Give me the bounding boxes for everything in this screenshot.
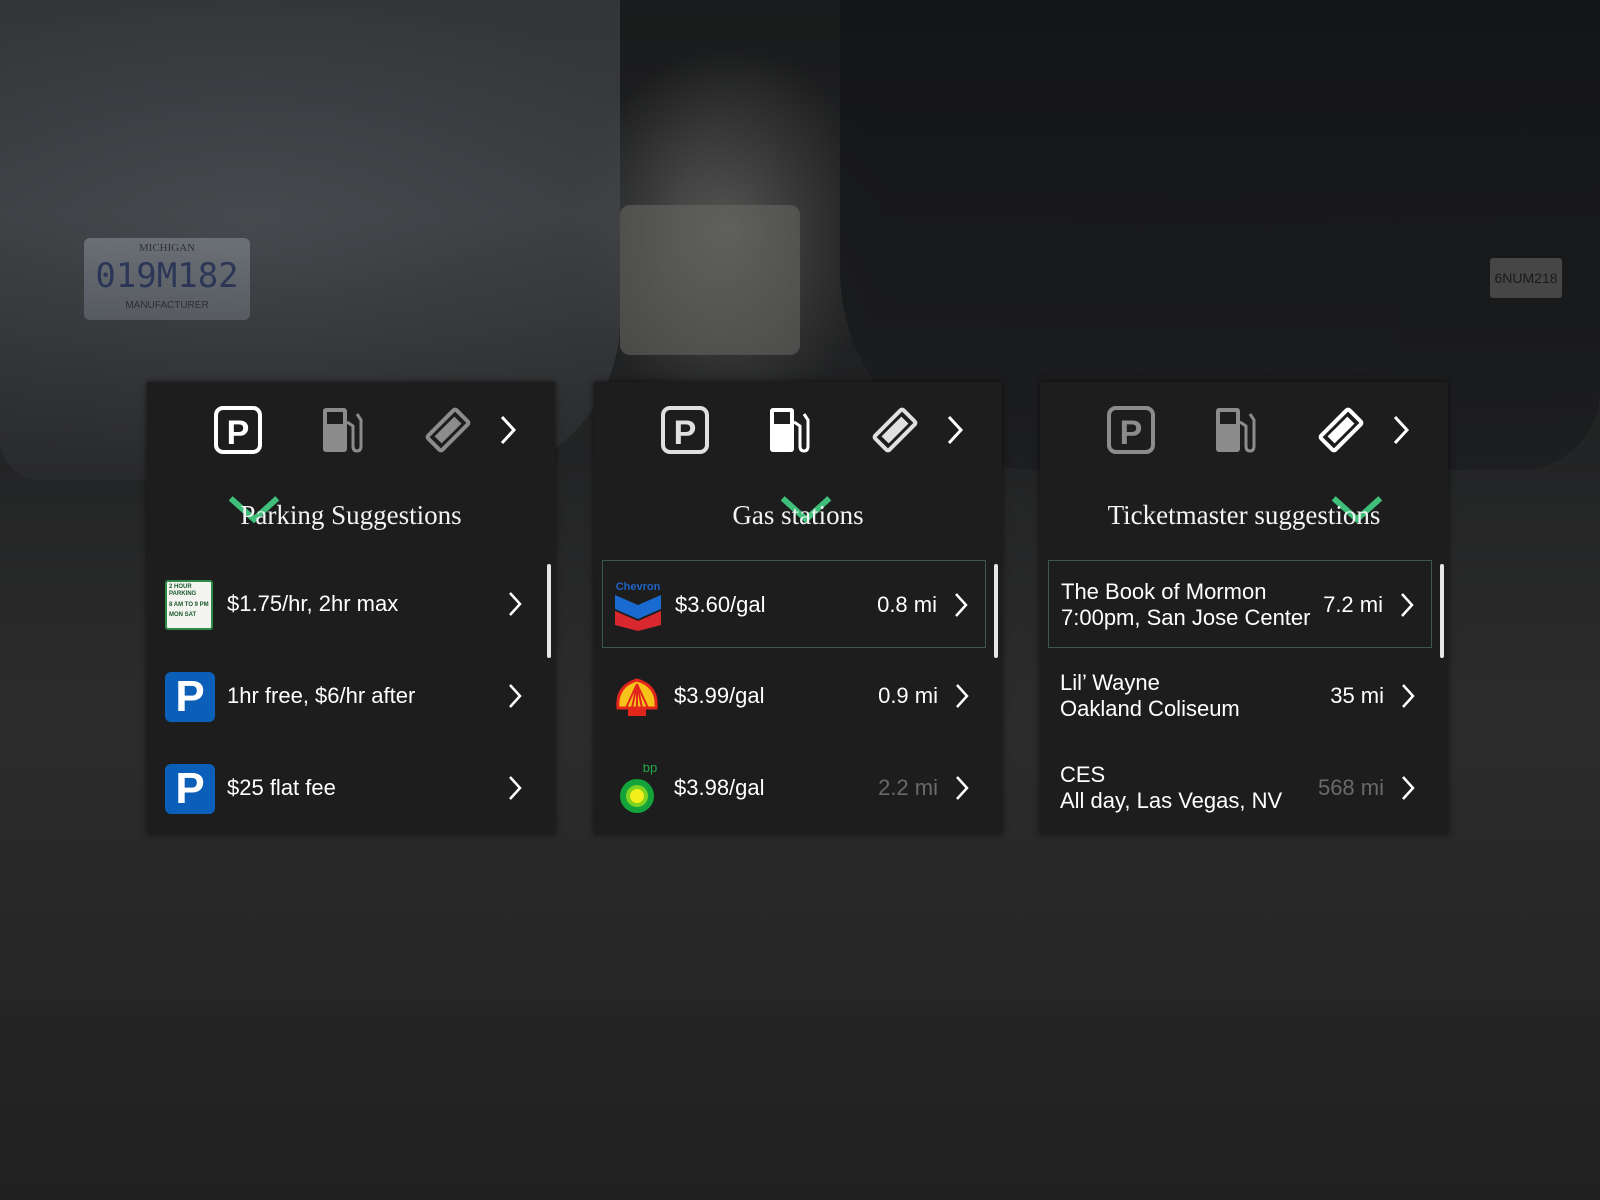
svg-text:P: P xyxy=(1120,414,1143,452)
scrollbar[interactable] xyxy=(1440,564,1444,658)
item-text: $3.98/gal xyxy=(674,775,765,800)
panel-title: Gas stations xyxy=(732,500,864,530)
plate-number: 019M182 xyxy=(95,256,239,296)
parking-icon: P xyxy=(661,406,709,454)
list-item[interactable]: Lil’ Wayne Oakland Coliseum 35 mi xyxy=(1048,652,1432,740)
fuel-pump-icon xyxy=(1216,408,1256,453)
tickets-panel: P Ticketmaster suggestions The Book of M… xyxy=(1040,382,1448,834)
list-item[interactable]: CES All day, Las Vegas, NV 568 mi xyxy=(1048,744,1432,832)
svg-text:Chevron: Chevron xyxy=(616,581,661,593)
parking-panel: P Parking Suggestions 2 HOUR PARKING 8 A… xyxy=(147,382,555,834)
chevron-right-icon[interactable] xyxy=(1399,591,1415,619)
event-text: Lil’ Wayne Oakland Coliseum xyxy=(1060,652,1240,740)
license-plate: MICHIGAN 019M182 MANUFACTURER xyxy=(84,238,250,320)
chevron-right-icon[interactable] xyxy=(507,682,523,710)
event-text: CES All day, Las Vegas, NV xyxy=(1060,744,1282,832)
fuel-pump-icon xyxy=(323,408,363,453)
fuel-pump-icon xyxy=(770,408,810,453)
distance: 35 mi xyxy=(1330,683,1384,708)
suggestion-list: Chevron $3.60/gal 0.8 mi $3.99/gal 0.9 m… xyxy=(594,560,1002,834)
distance: 568 mi xyxy=(1317,775,1384,800)
tab-gas[interactable] xyxy=(762,402,832,524)
item-text: $3.60/gal xyxy=(675,592,766,617)
list-item[interactable]: The Book of Mormon 7:00pm, San Jose Cent… xyxy=(1048,560,1432,648)
item-text: 1hr free, $6/hr after xyxy=(227,683,416,708)
panel-title: Parking Suggestions xyxy=(240,500,462,530)
tab-gas[interactable] xyxy=(1208,402,1264,458)
plate-right: 6NUM218 xyxy=(1490,258,1562,298)
suggestion-list: The Book of Mormon 7:00pm, San Jose Cent… xyxy=(1040,560,1448,834)
list-item[interactable]: P $25 flat fee xyxy=(155,744,539,832)
event-details: All day, Las Vegas, NV xyxy=(1060,788,1283,813)
shell-logo-icon xyxy=(612,672,662,722)
suggestion-list: 2 HOUR PARKING 8 AM TO 9 PM MON SAT $1.7… xyxy=(147,560,555,834)
chevron-right-icon[interactable] xyxy=(953,591,969,619)
chevron-right-icon[interactable] xyxy=(954,682,970,710)
chevron-logo-icon: Chevron xyxy=(613,581,663,631)
hour-parking-sign-icon: 2 HOUR PARKING 8 AM TO 9 PM MON SAT xyxy=(165,580,215,630)
svg-text:P: P xyxy=(227,414,250,452)
tab-tickets[interactable] xyxy=(420,402,476,458)
ticket-icon xyxy=(1318,407,1364,453)
chevron-right-icon[interactable] xyxy=(1400,682,1416,710)
svg-text:P: P xyxy=(674,414,697,452)
tabs-next-chevron-icon[interactable] xyxy=(944,412,966,448)
event-name: The Book of Mormon xyxy=(1061,579,1267,604)
scrollbar[interactable] xyxy=(547,564,551,658)
svg-text:bp: bp xyxy=(643,764,657,775)
tab-parking[interactable]: P xyxy=(210,402,280,524)
plate-state: MICHIGAN xyxy=(138,242,196,254)
tab-parking[interactable]: P xyxy=(1103,402,1159,458)
event-details: 7:00pm, San Jose Center xyxy=(1061,605,1311,630)
tabs-next-chevron-icon[interactable] xyxy=(1390,412,1412,448)
background-planter xyxy=(620,205,800,355)
distance: 0.8 mi xyxy=(877,592,937,617)
category-tabs: P xyxy=(1040,382,1448,524)
list-item[interactable]: bp $3.98/gal 2.2 mi xyxy=(602,744,986,832)
category-tabs: P xyxy=(147,382,555,524)
parking-sign-icon: P xyxy=(165,764,215,814)
list-item[interactable]: 2 HOUR PARKING 8 AM TO 9 PM MON SAT $1.7… xyxy=(155,560,539,648)
item-text: $1.75/hr, 2hr max xyxy=(227,591,399,616)
plate-bottom: MANUFACTURER xyxy=(125,300,209,311)
item-text: $3.99/gal xyxy=(674,683,765,708)
tab-tickets[interactable] xyxy=(1313,402,1383,524)
list-item[interactable]: P 1hr free, $6/hr after xyxy=(155,652,539,740)
chevron-right-icon[interactable] xyxy=(507,774,523,802)
chevron-right-icon[interactable] xyxy=(954,774,970,802)
distance: 2.2 mi xyxy=(878,775,938,800)
tabs-next-chevron-icon[interactable] xyxy=(497,412,519,448)
category-tabs: P xyxy=(594,382,1002,524)
distance: 0.9 mi xyxy=(878,683,938,708)
tab-parking[interactable]: P xyxy=(657,402,713,458)
tab-tickets[interactable] xyxy=(867,402,923,458)
parking-icon: P xyxy=(1107,406,1155,454)
list-item[interactable]: Chevron $3.60/gal 0.8 mi xyxy=(602,560,986,648)
tab-gas[interactable] xyxy=(315,402,371,458)
ticket-icon xyxy=(872,407,918,453)
gas-panel: P Gas stations Chevron $3.60/gal 0.8 mi … xyxy=(594,382,1002,834)
panel-title: Ticketmaster suggestions xyxy=(1107,500,1381,530)
scrollbar[interactable] xyxy=(994,564,998,658)
bp-logo-icon: bp xyxy=(612,760,662,814)
item-text: $25 flat fee xyxy=(227,775,336,800)
chevron-right-icon[interactable] xyxy=(507,590,523,618)
ticket-icon xyxy=(425,407,471,453)
chevron-right-icon[interactable] xyxy=(1400,774,1416,802)
event-name: Lil’ Wayne xyxy=(1060,670,1160,695)
event-text: The Book of Mormon 7:00pm, San Jose Cent… xyxy=(1061,561,1310,649)
distance: 7.2 mi xyxy=(1323,592,1383,617)
event-name: CES xyxy=(1060,762,1106,787)
parking-icon: P xyxy=(214,406,262,454)
event-details: Oakland Coliseum xyxy=(1060,696,1240,721)
list-item[interactable]: $3.99/gal 0.9 mi xyxy=(602,652,986,740)
parking-sign-icon: P xyxy=(165,672,215,722)
